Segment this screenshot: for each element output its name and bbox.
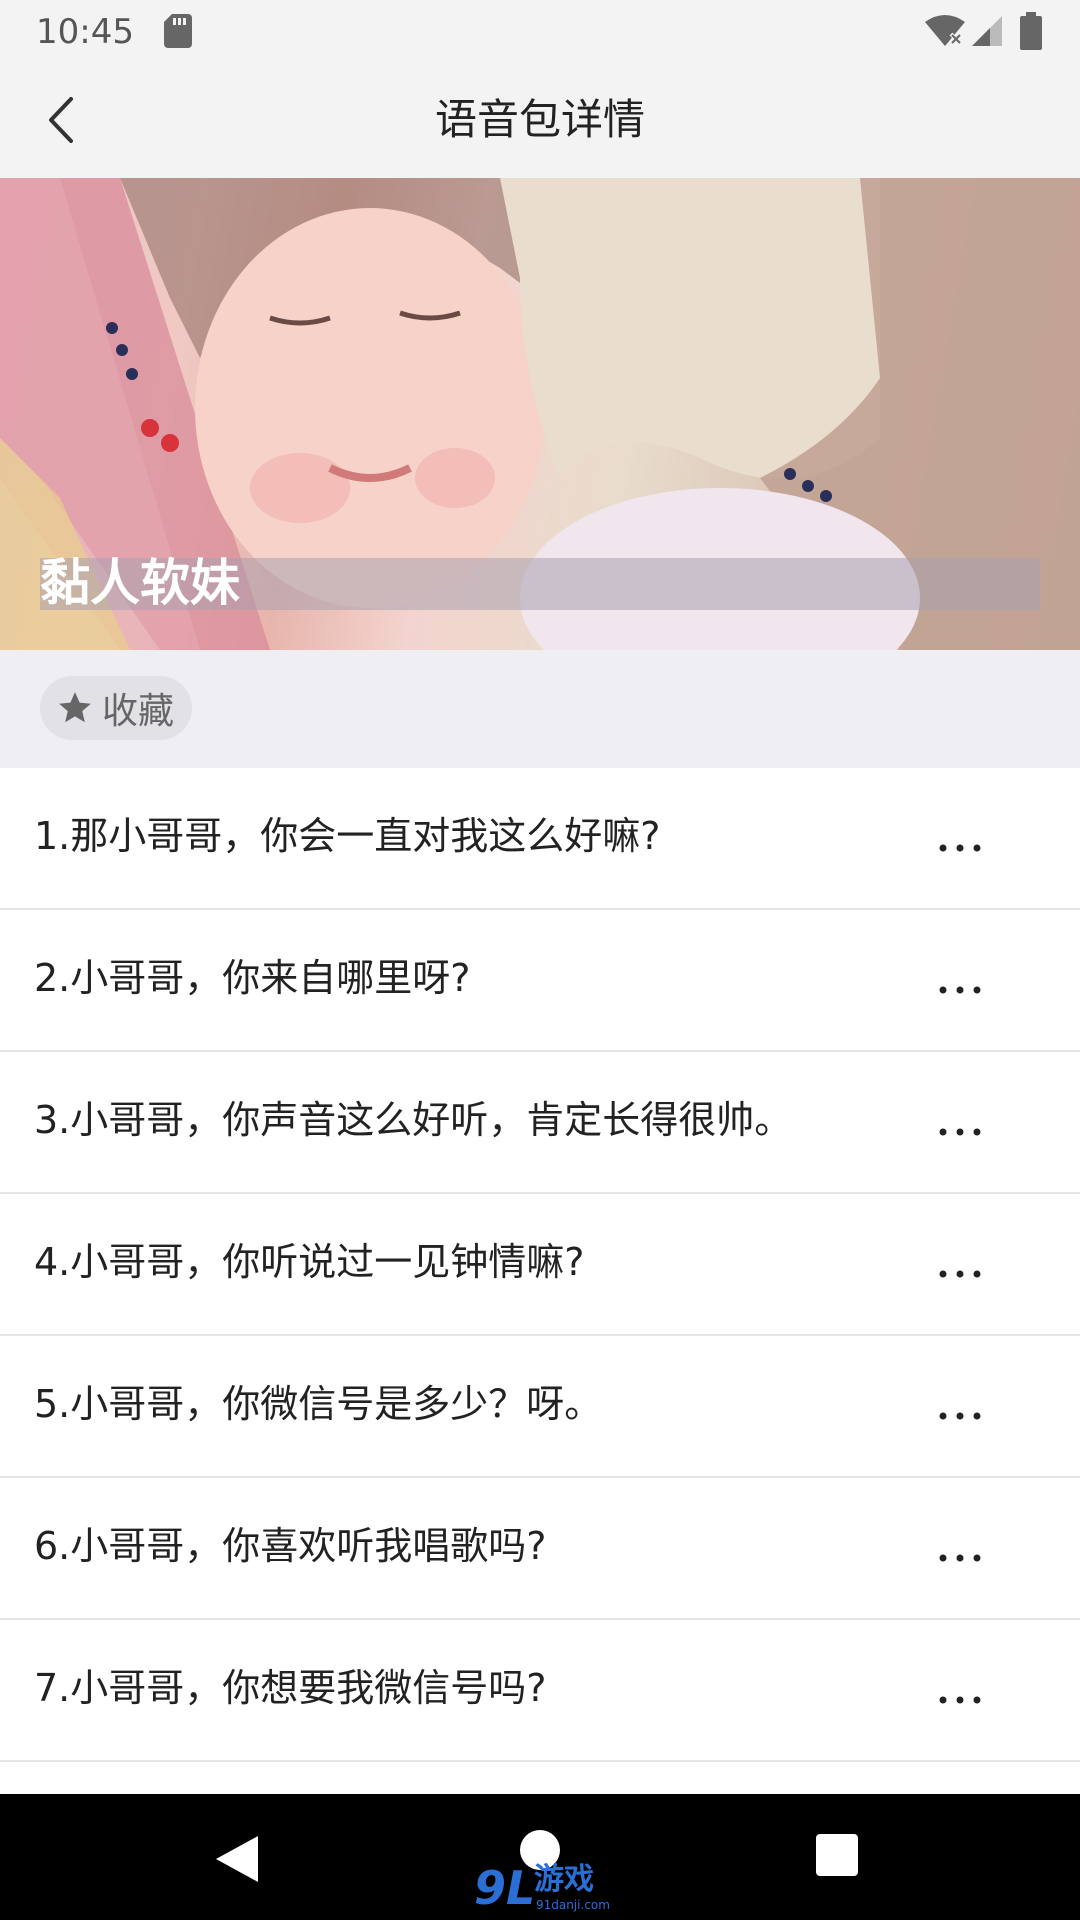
list-item[interactable]: 1.那小哥哥，你会一直对我这么好嘛? xyxy=(0,768,1080,910)
ellipsis-icon xyxy=(939,1412,981,1420)
list-item[interactable]: 6.小哥哥，你喜欢听我唱歌吗? xyxy=(0,1478,1080,1620)
watermark-logo-mark: 9L xyxy=(474,1861,536,1915)
list-item[interactable]: 4.小哥哥，你听说过一见钟情嘛? xyxy=(0,1194,1080,1336)
voice-clip-title: 4.小哥哥，你听说过一见钟情嘛? xyxy=(34,1240,585,1284)
voice-clip-list: 1.那小哥哥，你会一直对我这么好嘛? 2.小哥哥，你来自哪里呀? 3.小哥哥，你… xyxy=(0,768,1080,1762)
star-icon xyxy=(59,692,91,723)
favorite-label: 收藏 xyxy=(102,691,175,732)
voice-pack-name: 黏人软妹 xyxy=(40,554,240,612)
more-options-button[interactable] xyxy=(930,970,990,1010)
favorite-button[interactable]: 收藏 xyxy=(40,676,193,740)
watermark-url: 91danji.com xyxy=(536,1898,610,1912)
ellipsis-icon xyxy=(939,844,981,852)
ellipsis-icon xyxy=(939,1128,981,1136)
more-options-button[interactable] xyxy=(930,1680,990,1720)
system-navigation-bar: 9L 游戏 91danji.com xyxy=(0,1794,1080,1920)
watermark-logo: 9L 游戏 91danji.com xyxy=(474,1860,614,1916)
list-item[interactable]: 2.小哥哥，你来自哪里呀? xyxy=(0,910,1080,1052)
more-options-button[interactable] xyxy=(930,1538,990,1578)
list-item[interactable]: 5.小哥哥，你微信号是多少？呀。 xyxy=(0,1336,1080,1478)
more-options-button[interactable] xyxy=(930,828,990,868)
voice-pack-cover-image: 黏人软妹 xyxy=(0,178,1080,650)
ellipsis-icon xyxy=(939,1270,981,1278)
cellular-signal-icon xyxy=(972,16,1002,46)
nav-back-button[interactable] xyxy=(214,1834,260,1884)
battery-icon xyxy=(1020,12,1042,50)
status-time: 10:45 xyxy=(36,12,134,52)
more-options-button[interactable] xyxy=(930,1112,990,1152)
voice-clip-title: 1.那小哥哥，你会一直对我这么好嘛? xyxy=(34,814,661,858)
chevron-left-icon xyxy=(49,97,73,143)
wifi-icon xyxy=(925,15,965,46)
ellipsis-icon xyxy=(939,1554,981,1562)
list-item[interactable]: 7.小哥哥，你想要我微信号吗? xyxy=(0,1620,1080,1762)
voice-clip-title: 2.小哥哥，你来自哪里呀? xyxy=(34,956,471,1000)
voice-clip-title: 3.小哥哥，你声音这么好听，肯定长得很帅。 xyxy=(34,1098,793,1142)
more-options-button[interactable] xyxy=(930,1254,990,1294)
back-button[interactable] xyxy=(30,90,90,150)
page-title: 语音包详情 xyxy=(434,95,645,144)
ellipsis-icon xyxy=(939,986,981,994)
favorite-section: 收藏 xyxy=(0,650,1080,768)
sd-card-icon xyxy=(164,14,192,48)
title-bar: 语音包详情 xyxy=(0,62,1080,178)
nav-recents-button[interactable] xyxy=(816,1834,858,1876)
watermark-name: 游戏 xyxy=(534,1862,594,1897)
voice-clip-title: 5.小哥哥，你微信号是多少？呀。 xyxy=(34,1382,603,1426)
more-options-button[interactable] xyxy=(930,1396,990,1436)
status-bar: 10:45 xyxy=(0,0,1080,62)
voice-clip-title: 7.小哥哥，你想要我微信号吗? xyxy=(34,1666,547,1710)
voice-clip-title: 6.小哥哥，你喜欢听我唱歌吗? xyxy=(34,1524,547,1568)
list-item[interactable]: 3.小哥哥，你声音这么好听，肯定长得很帅。 xyxy=(0,1052,1080,1194)
ellipsis-icon xyxy=(939,1696,981,1704)
